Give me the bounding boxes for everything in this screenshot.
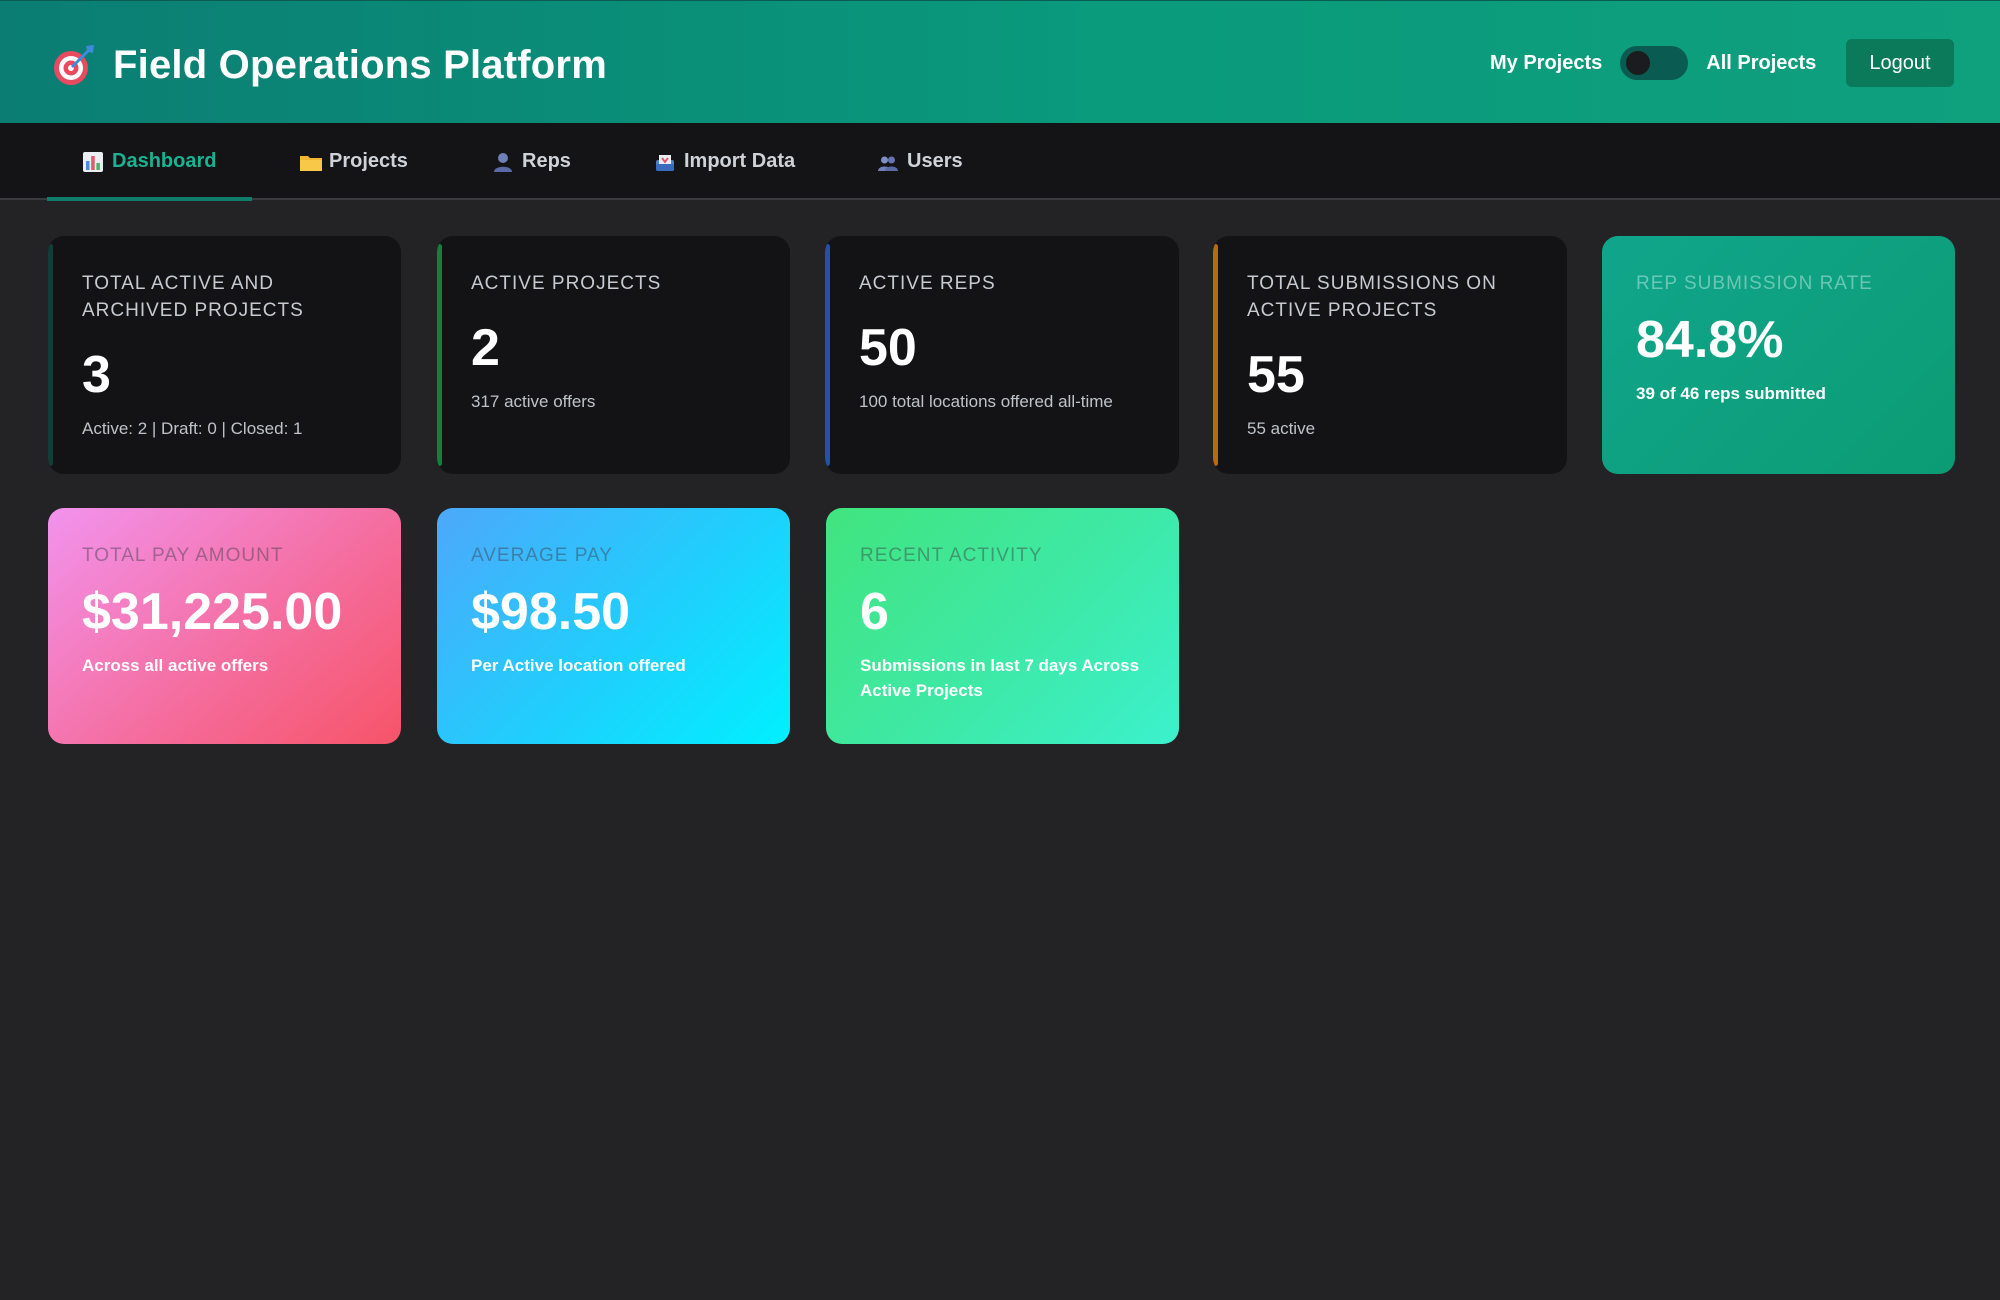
card-title: REP SUBMISSION RATE xyxy=(1636,273,1873,294)
people-icon xyxy=(878,152,898,172)
card-value: 3 xyxy=(82,346,111,404)
card-title: RECENT ACTIVITY xyxy=(860,545,1043,566)
card-value: 50 xyxy=(859,319,917,377)
tab-projects[interactable]: Projects xyxy=(300,123,408,200)
tab-dashboard[interactable]: Dashboard xyxy=(47,123,252,201)
inbox-tray-icon xyxy=(655,152,675,172)
brand: Field Operations Platform xyxy=(51,37,607,93)
tab-label: Reps xyxy=(522,150,571,172)
card-subtext: Per Active location offered xyxy=(471,656,686,675)
card-subtext: 55 active xyxy=(1247,419,1316,438)
toggle-knob xyxy=(1626,51,1651,75)
total-pay-card: TOTAL PAY AMOUNT $31,225.00 Across all a… xyxy=(48,508,401,744)
tab-reps[interactable]: Reps xyxy=(493,123,571,200)
card-title: ACTIVE REPS xyxy=(859,273,996,294)
card-accent xyxy=(825,244,830,466)
tab-label: Import Data xyxy=(684,150,796,172)
card-subtext: Active: 2 | Draft: 0 | Closed: 1 xyxy=(82,419,303,438)
person-icon xyxy=(493,152,513,172)
card-subtext: 39 of 46 reps submitted xyxy=(1636,384,1826,403)
tab-import-data[interactable]: Import Data xyxy=(655,123,795,200)
total-submissions-card: TOTAL SUBMISSIONS ON ACTIVE PROJECTS 55 … xyxy=(1213,236,1567,474)
all-projects-label[interactable]: All Projects xyxy=(1706,52,1816,75)
logout-button[interactable]: Logout xyxy=(1846,39,1954,87)
tab-users[interactable]: Users xyxy=(878,123,963,200)
card-value: $31,225.00 xyxy=(82,583,343,641)
card-value: 55 xyxy=(1247,346,1305,404)
card-accent xyxy=(437,244,442,466)
card-value: $98.50 xyxy=(471,583,631,641)
total-projects-card: TOTAL ACTIVE AND ARCHIVED PROJECTS 3 Act… xyxy=(48,236,401,474)
card-title: TOTAL PAY AMOUNT xyxy=(82,545,284,566)
card-subtext: Submissions in last 7 days Across Active… xyxy=(860,656,1140,700)
card-value: 6 xyxy=(860,583,889,641)
tab-label: Dashboard xyxy=(112,150,217,172)
submission-rate-card: REP SUBMISSION RATE 84.8% 39 of 46 reps … xyxy=(1602,236,1955,474)
target-dart-icon xyxy=(51,42,97,88)
folder-icon xyxy=(300,152,322,172)
project-scope-toggle[interactable] xyxy=(1620,46,1689,80)
app-header: Field Operations Platform My Projects Al… xyxy=(0,0,2000,123)
card-subtext: 317 active offers xyxy=(471,392,596,411)
card-value: 84.8% xyxy=(1636,311,1784,369)
active-reps-card: ACTIVE REPS 50 100 total locations offer… xyxy=(825,236,1179,474)
average-pay-card: AVERAGE PAY $98.50 Per Active location o… xyxy=(437,508,790,744)
project-scope-toggle-group: My Projects All Projects xyxy=(1490,41,1816,85)
bar-chart-icon xyxy=(83,151,103,172)
my-projects-label[interactable]: My Projects xyxy=(1490,52,1602,75)
card-title: TOTAL ACTIVE AND ARCHIVED PROJECTS xyxy=(82,273,304,321)
active-projects-card: ACTIVE PROJECTS 2 317 active offers xyxy=(437,236,790,474)
recent-activity-card: RECENT ACTIVITY 6 Submissions in last 7 … xyxy=(826,508,1179,744)
card-title: AVERAGE PAY xyxy=(471,545,613,566)
card-value: 2 xyxy=(471,319,500,377)
tab-label: Projects xyxy=(329,150,408,172)
card-title: TOTAL SUBMISSIONS ON ACTIVE PROJECTS xyxy=(1247,273,1497,321)
app-title: Field Operations Platform xyxy=(113,42,607,87)
main-nav: Dashboard Projects Reps Import Data User… xyxy=(0,123,2000,201)
card-accent xyxy=(1213,244,1218,466)
card-title: ACTIVE PROJECTS xyxy=(471,273,662,294)
card-accent xyxy=(48,244,53,466)
card-subtext: 100 total locations offered all-time xyxy=(859,392,1113,411)
tab-label: Users xyxy=(907,150,963,172)
card-subtext: Across all active offers xyxy=(82,656,269,675)
